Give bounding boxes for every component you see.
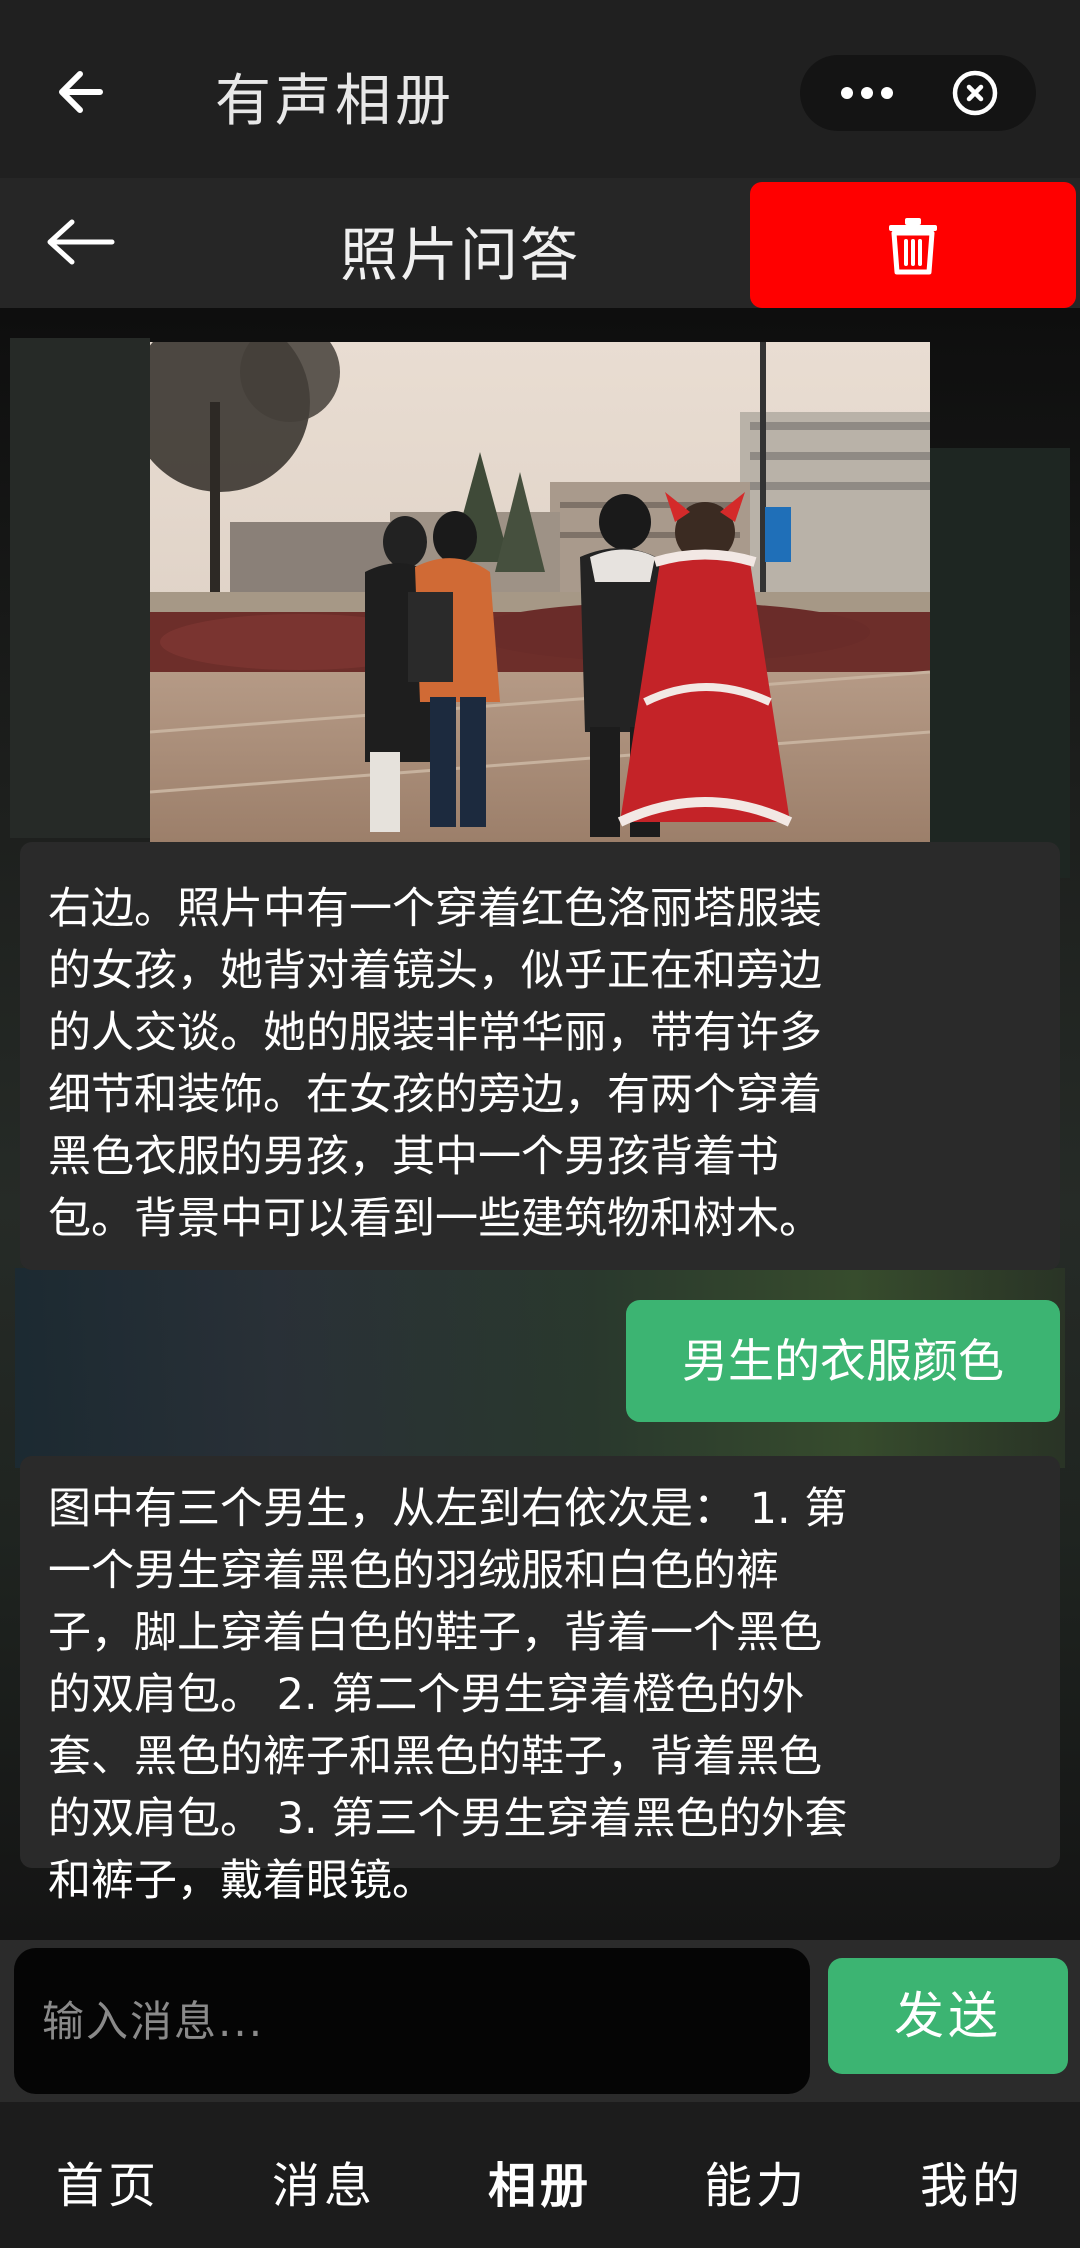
ai-message-bubble: 右边。照片中有一个穿着红色洛丽塔服装 的女孩，她背对着镜头，似乎正在和旁边 的人… xyxy=(20,842,1060,1270)
send-button[interactable]: 发送 xyxy=(828,1958,1068,2074)
tab-profile[interactable]: 我的 xyxy=(864,2146,1080,2216)
tab-album[interactable]: 相册 xyxy=(432,2146,648,2216)
user-message-bubble: 男生的衣服颜色 xyxy=(626,1300,1060,1422)
message-line: 的女孩，她背对着镜头，似乎正在和旁边 xyxy=(48,946,822,996)
message-line: 和裤子，戴着眼镜。 xyxy=(48,1856,435,1906)
message-line: 的人交谈。她的服装非常华丽，带有许多 xyxy=(48,1008,822,1058)
tab-messages[interactable]: 消息 xyxy=(216,2146,432,2216)
close-circle-icon[interactable] xyxy=(950,68,1000,118)
message-line: 子，脚上穿着白色的鞋子，背着一个黑色 xyxy=(48,1608,822,1658)
message-line: 黑色衣服的男孩，其中一个男孩背着书 xyxy=(48,1132,779,1182)
message-line: 图中有三个男生，从左到右依次是： 1. 第 xyxy=(48,1484,848,1534)
bottom-tab-bar: 首页 消息 相册 能力 我的 xyxy=(0,2102,1080,2248)
chat-area[interactable]: 右边。照片中有一个穿着红色洛丽塔服装 的女孩，她背对着镜头，似乎正在和旁边 的人… xyxy=(0,308,1080,1940)
tab-home[interactable]: 首页 xyxy=(0,2146,216,2216)
chat-photo[interactable] xyxy=(150,342,930,842)
background-shade xyxy=(930,448,1070,878)
app-title: 有声相册 xyxy=(215,69,455,134)
back-arrow-icon[interactable] xyxy=(52,62,112,122)
message-line: 包。背景中可以看到一些建筑物和树木。 xyxy=(48,1194,822,1244)
page-header: 照片问答 xyxy=(0,178,1080,308)
message-input-bar: 发送 xyxy=(0,1940,1080,2102)
message-line: 右边。照片中有一个穿着红色洛丽塔服装 xyxy=(48,884,822,934)
more-dots-icon[interactable] xyxy=(832,71,902,115)
trash-icon xyxy=(889,218,937,275)
message-line: 细节和装饰。在女孩的旁边，有两个穿着 xyxy=(48,1070,822,1120)
tab-abilities[interactable]: 能力 xyxy=(648,2146,864,2216)
capsule-menu xyxy=(800,55,1036,131)
message-input[interactable] xyxy=(14,1948,810,2094)
delete-button[interactable] xyxy=(750,182,1076,308)
message-line: 的双肩包。 2. 第二个男生穿着橙色的外 xyxy=(48,1670,805,1720)
message-line: 一个男生穿着黑色的羽绒服和白色的裤 xyxy=(48,1546,779,1596)
message-line: 套、黑色的裤子和黑色的鞋子，背着黑色 xyxy=(48,1732,822,1782)
message-line: 的双肩包。 3. 第三个男生穿着黑色的外套 xyxy=(48,1794,848,1844)
app-top-bar: 有声相册 xyxy=(0,0,1080,178)
ai-message-bubble: 图中有三个男生，从左到右依次是： 1. 第 一个男生穿着黑色的羽绒服和白色的裤 … xyxy=(20,1456,1060,1906)
background-shade xyxy=(10,338,150,838)
